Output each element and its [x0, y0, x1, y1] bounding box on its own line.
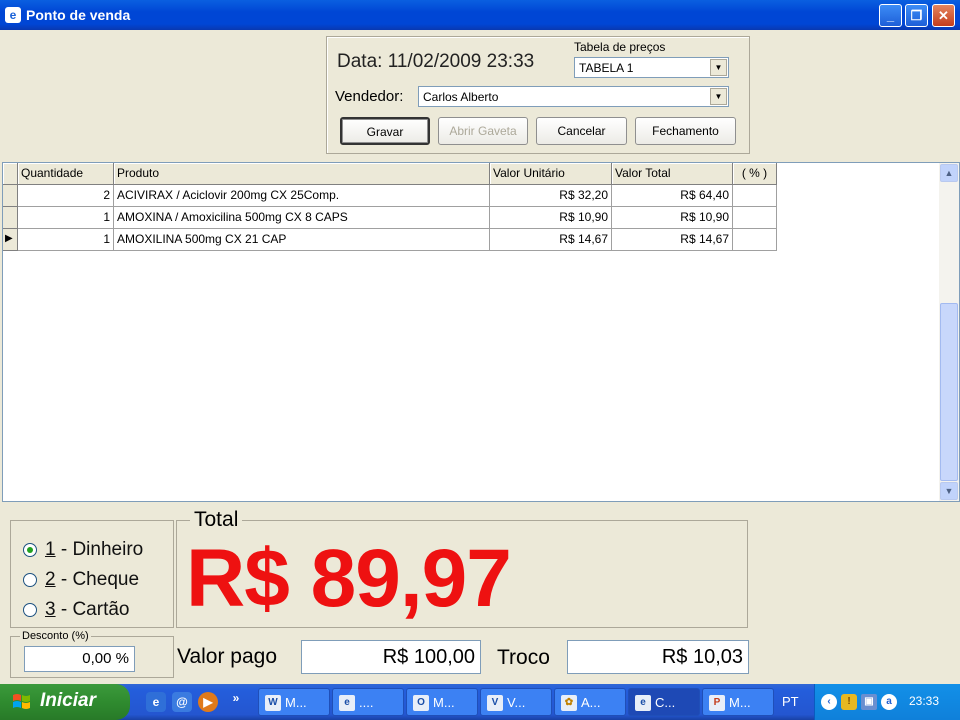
cell-unit-price[interactable]: R$ 14,67 — [490, 229, 612, 251]
cell-quantity[interactable]: 1 — [18, 207, 114, 229]
taskbar-item[interactable]: W M... — [258, 688, 330, 716]
vm-icon: V — [487, 695, 503, 711]
minimize-button[interactable]: _ — [879, 4, 902, 27]
taskbar-item[interactable]: ✿ A... — [554, 688, 626, 716]
column-header-quantity[interactable]: Quantidade — [18, 163, 114, 185]
tray-expand-icon[interactable]: ‹ — [821, 694, 837, 710]
scroll-up-icon[interactable]: ▲ — [940, 164, 958, 182]
start-button[interactable]: Iniciar — [0, 684, 130, 720]
windows-logo-icon — [13, 694, 30, 709]
language-indicator[interactable]: PT — [782, 694, 799, 709]
close-sale-button[interactable]: Fechamento — [635, 117, 736, 145]
current-row-indicator-icon[interactable]: ▶ — [3, 229, 18, 251]
change-label: Troco — [497, 646, 550, 669]
shield-icon[interactable]: ! — [841, 694, 857, 710]
title-bar: e Ponto de venda _ ❐ ✕ — [0, 0, 960, 30]
chevron-down-icon[interactable]: ▼ — [710, 59, 727, 76]
word-icon: W — [265, 695, 281, 711]
paid-input[interactable]: R$ 100,00 — [301, 640, 481, 674]
cell-product[interactable]: AMOXINA / Amoxicilina 500mg CX 8 CAPS — [114, 207, 490, 229]
price-table-value: TABELA 1 — [579, 61, 634, 75]
discount-legend: Desconto (%) — [20, 630, 91, 642]
cell-unit-price[interactable]: R$ 10,90 — [490, 207, 612, 229]
seller-select[interactable]: Carlos Alberto ▼ — [418, 86, 729, 107]
change-output: R$ 10,03 — [567, 640, 749, 674]
column-header-percent[interactable]: ( % ) — [733, 163, 777, 185]
taskbar: Iniciar e @ ▶ » W M... e .... O M... V V… — [0, 684, 960, 720]
column-header-unit-price[interactable]: Valor Unitário — [490, 163, 612, 185]
clock: 23:33 — [909, 694, 940, 708]
cell-product[interactable]: ACIVIRAX / Aciclovir 200mg CX 25Comp. — [114, 185, 490, 207]
payment-label-card[interactable]: 3 - Cartão — [45, 599, 130, 621]
save-button[interactable]: Gravar — [340, 117, 430, 145]
seller-value: Carlos Alberto — [423, 90, 499, 104]
payment-radio-card[interactable] — [23, 603, 37, 617]
cancel-button[interactable]: Cancelar — [536, 117, 627, 145]
cell-total[interactable]: R$ 14,67 — [612, 229, 733, 251]
browser-quicklaunch-icon[interactable]: @ — [172, 692, 192, 712]
price-table-label: Tabela de preços — [574, 40, 666, 54]
network-icon[interactable]: ▣ — [861, 694, 877, 710]
chevron-down-icon[interactable]: ▼ — [710, 88, 727, 105]
app-icon: e — [5, 7, 21, 23]
maximize-button[interactable]: ❐ — [905, 4, 928, 27]
sale-header-panel: Data: 11/02/2009 23:33 Tabela de preços … — [326, 36, 750, 154]
update-icon[interactable]: a — [881, 694, 897, 710]
seller-label: Vendedor: — [335, 88, 404, 105]
outlook-icon: O — [413, 695, 429, 711]
column-header-total[interactable]: Valor Total — [612, 163, 733, 185]
row-indicator[interactable] — [3, 185, 18, 207]
payment-radio-check[interactable] — [23, 573, 37, 587]
ie-quicklaunch-icon[interactable]: e — [146, 692, 166, 712]
taskbar-item[interactable]: V V... — [480, 688, 552, 716]
cell-percent[interactable] — [733, 185, 777, 207]
system-tray: ‹ ! ▣ a 23:33 — [814, 684, 960, 720]
cell-quantity[interactable]: 2 — [18, 185, 114, 207]
cell-percent[interactable] — [733, 207, 777, 229]
app-icon: ✿ — [561, 695, 577, 711]
cell-total[interactable]: R$ 64,40 — [612, 185, 733, 207]
open-drawer-button[interactable]: Abrir Gaveta — [438, 117, 528, 145]
payment-label-check[interactable]: 2 - Cheque — [45, 569, 139, 591]
cell-percent[interactable] — [733, 229, 777, 251]
start-label: Iniciar — [40, 690, 96, 711]
scroll-down-icon[interactable]: ▼ — [940, 482, 958, 500]
price-table-select[interactable]: TABELA 1 ▼ — [574, 57, 729, 78]
taskbar-item-active[interactable]: e C... — [628, 688, 700, 716]
cell-product[interactable]: AMOXILINA 500mg CX 21 CAP — [114, 229, 490, 251]
overflow-chevron-icon[interactable]: » — [230, 688, 242, 708]
total-amount: R$ 89,97 — [186, 533, 512, 624]
cell-quantity[interactable]: 1 — [18, 229, 114, 251]
cell-total[interactable]: R$ 10,90 — [612, 207, 733, 229]
date-label: Data: 11/02/2009 23:33 — [337, 51, 535, 72]
taskbar-item[interactable]: P M... — [702, 688, 774, 716]
payment-method-group: 1 - Dinheiro 2 - Cheque 3 - Cartão — [10, 520, 174, 628]
payment-radio-cash[interactable] — [23, 543, 37, 557]
cell-unit-price[interactable]: R$ 32,20 — [490, 185, 612, 207]
row-indicator[interactable] — [3, 207, 18, 229]
paid-label: Valor pago — [177, 645, 278, 668]
close-button[interactable]: ✕ — [932, 4, 955, 27]
row-indicator-header — [3, 163, 18, 185]
discount-input[interactable]: 0,00 % — [24, 646, 135, 672]
window-title: Ponto de venda — [26, 7, 131, 23]
media-player-quicklaunch-icon[interactable]: ▶ — [198, 692, 218, 712]
scroll-thumb[interactable] — [940, 303, 958, 481]
payment-label-cash[interactable]: 1 - Dinheiro — [45, 539, 143, 561]
taskbar-item[interactable]: e .... — [332, 688, 404, 716]
ie-icon: e — [339, 695, 355, 711]
taskbar-item[interactable]: O M... — [406, 688, 478, 716]
column-header-product[interactable]: Produto — [114, 163, 490, 185]
ppt-icon: P — [709, 695, 725, 711]
pos-icon: e — [635, 695, 651, 711]
total-legend: Total — [190, 508, 243, 532]
items-grid[interactable]: Quantidade Produto Valor Unitário Valor … — [2, 162, 960, 502]
vertical-scrollbar[interactable]: ▲ ▼ — [939, 163, 959, 501]
